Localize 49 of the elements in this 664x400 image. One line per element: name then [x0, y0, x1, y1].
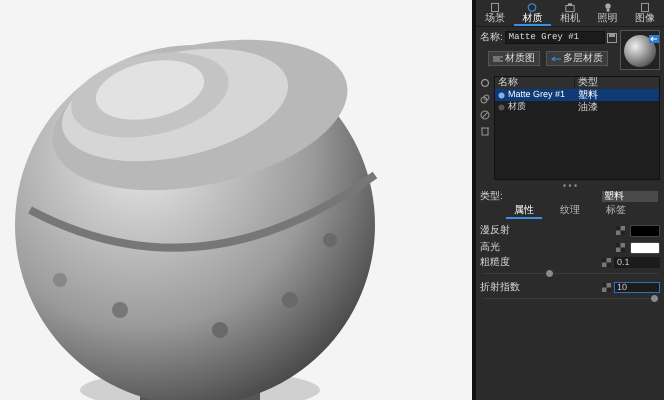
value-field[interactable]: 0.1	[614, 257, 660, 268]
frame-icon	[639, 2, 652, 13]
field-label: 类型:	[480, 190, 503, 204]
value-field[interactable]: 10	[614, 282, 660, 293]
material-type: 塑料	[577, 88, 598, 102]
tab[interactable]: 照明	[588, 0, 626, 26]
save-icon[interactable]	[606, 32, 617, 42]
slider-thumb[interactable]	[546, 270, 554, 277]
material-type: 油漆	[577, 100, 598, 114]
slash-circle-icon[interactable]	[480, 110, 490, 120]
property-label: 折射指数	[480, 280, 521, 295]
trash-icon[interactable]	[480, 126, 490, 136]
checker-icon[interactable]	[602, 258, 611, 267]
checker-icon[interactable]	[616, 243, 625, 252]
property-label: 粗糙度	[480, 256, 511, 270]
tab[interactable]: 场景	[476, 0, 514, 26]
material-name: 材质	[508, 100, 527, 114]
tab[interactable]: 材质	[514, 0, 552, 26]
checker-icon[interactable]	[602, 283, 611, 292]
table-row[interactable]: Matte Grey #1 塑料	[495, 89, 659, 101]
slider-thumb[interactable]	[651, 295, 658, 302]
name-field[interactable]: Matte Grey #1	[504, 31, 605, 44]
color-swatch[interactable]	[630, 224, 660, 236]
tab[interactable]: 图像	[626, 0, 664, 26]
arrow-icon[interactable]	[649, 35, 659, 43]
tab[interactable]: 纹理	[552, 205, 588, 219]
arrow-icon	[551, 56, 561, 62]
circle-icon	[526, 2, 538, 13]
table-row[interactable]: 材质 油漆	[495, 101, 659, 113]
toolbar-button[interactable]: 材质图	[488, 51, 540, 66]
camera-icon	[564, 2, 576, 13]
tab[interactable]: 标签	[598, 205, 634, 219]
checker-icon[interactable]	[616, 226, 625, 235]
property-label: 高光	[480, 240, 501, 255]
column-header[interactable]: 类型	[575, 77, 659, 89]
tab[interactable]: 相机	[551, 0, 589, 26]
frame-icon	[488, 2, 501, 13]
field-label: 名称:	[480, 31, 503, 45]
grip-icon[interactable]	[563, 184, 577, 186]
tab[interactable]: 属性	[506, 205, 542, 219]
lines-icon	[493, 56, 503, 62]
color-swatch[interactable]	[630, 242, 660, 254]
property-label: 漫反射	[480, 224, 511, 238]
slider-track[interactable]	[482, 269, 658, 278]
toolbar-button[interactable]: 多层材质	[546, 51, 608, 66]
ring-icon[interactable]	[480, 78, 490, 88]
slider-track[interactable]	[482, 294, 658, 303]
rings-icon[interactable]	[480, 94, 490, 104]
material-name: Matte Grey #1	[508, 88, 566, 102]
